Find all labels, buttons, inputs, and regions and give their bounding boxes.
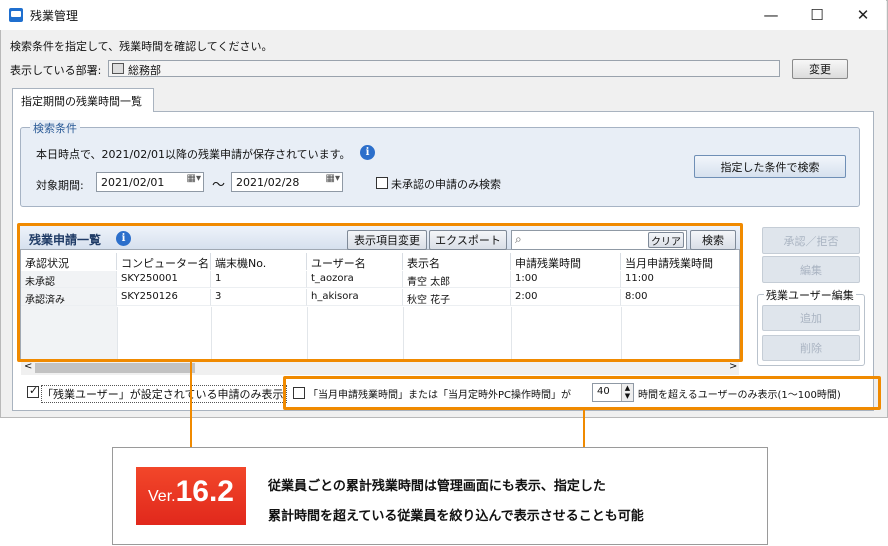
add-button[interactable]: 追加 bbox=[762, 305, 860, 331]
scroll-left-arrow[interactable]: < bbox=[24, 361, 32, 372]
callout-highlight-list bbox=[17, 223, 743, 362]
department-icon bbox=[112, 63, 124, 74]
date-range-separator: ～ bbox=[212, 178, 226, 193]
calendar-dropdown-icon[interactable]: ▦▾ bbox=[177, 173, 203, 191]
edit-button[interactable]: 編集 bbox=[762, 256, 860, 283]
version-prefix: Ver. bbox=[148, 488, 176, 505]
retention-notice: 本日時点で、2021/02/01以降の残業申請が保存されています。 bbox=[36, 148, 351, 161]
department-value: 総務部 bbox=[128, 64, 161, 77]
callout-connector bbox=[190, 362, 192, 447]
maximize-button[interactable]: ☐ bbox=[794, 0, 840, 30]
date-to-value: 2021/02/28 bbox=[236, 176, 300, 189]
callout-highlight-threshold bbox=[283, 376, 881, 410]
date-from-value: 2021/02/01 bbox=[101, 176, 165, 189]
version-badge: Ver. 16.2 bbox=[136, 467, 246, 525]
callout-connector bbox=[583, 410, 585, 447]
scrollbar-thumb[interactable] bbox=[35, 363, 195, 373]
unapproved-only-label: 未承認の申請のみ検索 bbox=[391, 178, 501, 191]
window-title: 残業管理 bbox=[30, 9, 79, 23]
department-field: 総務部 bbox=[108, 60, 780, 77]
app-window-icon bbox=[9, 8, 23, 22]
overtime-user-only-label: 「残業ユーザー」が設定されている申請のみ表示 bbox=[41, 385, 287, 403]
search-by-conditions-button[interactable]: 指定した条件で検索 bbox=[694, 155, 846, 178]
annotation-line-2: 累計時間を超えている従業員を絞り込んで表示させることも可能 bbox=[268, 509, 644, 524]
change-department-button[interactable]: 変更 bbox=[792, 59, 848, 79]
instruction-text: 検索条件を指定して、残業時間を確認してください。 bbox=[10, 40, 273, 53]
search-conditions-title: 検索条件 bbox=[30, 120, 80, 136]
department-label: 表示している部署: bbox=[10, 64, 102, 77]
version-number: 16.2 bbox=[175, 475, 234, 508]
unapproved-only-checkbox[interactable] bbox=[376, 177, 388, 189]
delete-button[interactable]: 削除 bbox=[762, 335, 860, 361]
minimize-button[interactable]: — bbox=[748, 0, 794, 30]
date-to-picker[interactable]: 2021/02/28 ▦▾ bbox=[231, 172, 343, 192]
tab-period-overtime-list[interactable]: 指定期間の残業時間一覧 bbox=[12, 88, 154, 112]
period-label: 対象期間: bbox=[36, 179, 84, 192]
calendar-dropdown-icon[interactable]: ▦▾ bbox=[316, 173, 342, 191]
overtime-user-only-checkbox[interactable]: ✓ bbox=[27, 384, 39, 398]
annotation-line-1: 従業員ごとの累計残業時間は管理画面にも表示、指定した bbox=[268, 479, 606, 494]
info-icon[interactable]: i bbox=[360, 145, 375, 160]
close-button[interactable]: ✕ bbox=[840, 0, 886, 30]
date-from-picker[interactable]: 2021/02/01 ▦▾ bbox=[96, 172, 204, 192]
scroll-right-arrow[interactable]: > bbox=[729, 361, 737, 372]
approve-reject-button[interactable]: 承認／拒否 bbox=[762, 227, 860, 254]
overtime-user-edit-title: 残業ユーザー編集 bbox=[764, 287, 856, 303]
